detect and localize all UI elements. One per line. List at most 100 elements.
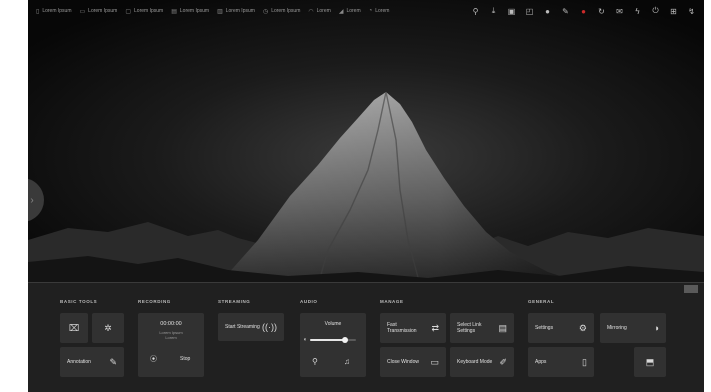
volume-slider[interactable]	[310, 337, 356, 343]
start-streaming-label: Start Streaming	[225, 324, 260, 330]
wifi-icon: ◠	[308, 8, 314, 15]
network-icon: ◷	[262, 8, 269, 15]
status-text: Lorem Ipsum	[271, 8, 301, 14]
transfer-icon: ⇄	[431, 322, 439, 333]
link-settings-icon: ▤	[498, 322, 507, 333]
memory-icon: ▤	[171, 8, 177, 15]
message-icon[interactable]: ✉	[615, 7, 624, 16]
keyboard-mode-button[interactable]: Keyboard Mode ✐	[450, 347, 514, 377]
start-streaming-button[interactable]: Start Streaming ((·))	[218, 313, 284, 341]
status-text: Lorem Ipsum	[179, 8, 210, 14]
top-status-bar: ▯ Lorem Ipsum ▭ Lorem Ipsum ▢ Lorem Ipsum ▤…	[28, 0, 704, 22]
status-item: ▢ Lorem Ipsum	[125, 8, 163, 15]
share-button[interactable]: ⬒	[634, 347, 666, 377]
storage-icon: ▥	[217, 8, 223, 15]
panel-close-handle[interactable]	[684, 285, 698, 293]
speaker-mute-icon[interactable]: ♫	[344, 357, 350, 366]
screen-cast-icon[interactable]: ▣	[507, 7, 516, 16]
stop-recording-button[interactable]: Stop	[180, 356, 190, 362]
flash-icon[interactable]: ↯	[687, 7, 696, 16]
annotation-button[interactable]: Annotation ✎	[60, 347, 124, 377]
broadcast-icon: ((·))	[262, 322, 277, 332]
clock-icon: ◔	[368, 8, 373, 14]
mirror-icon: ◑	[653, 323, 659, 333]
close-window-button[interactable]: Close Window ▭	[380, 347, 446, 377]
status-text: Lorem	[375, 8, 390, 14]
section-recording-title: RECORDING	[138, 299, 171, 304]
debug-button[interactable]: ✲	[92, 313, 124, 343]
recording-info-secondary: Lorem	[165, 335, 177, 340]
bug-icon: ✲	[104, 322, 112, 333]
pip-icon[interactable]: ◰	[525, 7, 534, 16]
close-window-label: Close Window	[387, 359, 419, 365]
speaker-icon: ◖	[303, 337, 307, 343]
recording-card: 00:00:00 Lorem Ipsum Lorem ⦿ Stop	[138, 313, 204, 377]
status-item: ▤ Lorem Ipsum	[171, 8, 209, 15]
download-icon[interactable]: ⤓	[489, 6, 498, 16]
recording-timer: 00:00:00	[160, 321, 182, 327]
share-icon: ⬒	[645, 356, 655, 367]
section-manage-title: MANAGE	[380, 299, 404, 304]
pen-icon: ✎	[109, 356, 117, 367]
signal-icon: ◢	[338, 8, 344, 15]
status-text: Lorem Ipsum	[134, 8, 164, 14]
fast-transmission-button[interactable]: Fast Transmission ⇄	[380, 313, 446, 343]
rotate-icon[interactable]: ↻	[597, 7, 606, 16]
section-general-title: GENERAL	[528, 299, 555, 304]
status-item: ◷ Lorem Ipsum	[263, 8, 300, 15]
section-basic-tools-title: BASIC TOOLS	[60, 299, 98, 304]
status-text: Lorem	[316, 8, 331, 14]
record-icon[interactable]: ●	[579, 7, 588, 16]
select-link-settings-label: Select Link Settings	[457, 321, 482, 335]
audio-card: Volume ◖ ⚲ ♫	[300, 313, 366, 377]
status-text: Lorem Ipsum	[225, 8, 255, 14]
volume-slider-thumb[interactable]	[341, 337, 348, 343]
settings-dot-icon[interactable]: ●	[543, 7, 552, 16]
status-item: ◠ Lorem	[308, 8, 330, 15]
screenshot-button[interactable]: ⌧	[60, 313, 88, 343]
status-info-row: ▯ Lorem Ipsum ▭ Lorem Ipsum ▢ Lorem Ipsum ▤…	[36, 8, 389, 15]
status-item: ▭ Lorem Ipsum	[80, 8, 118, 15]
section-audio-title: AUDIO	[300, 299, 318, 304]
apps-button[interactable]: Apps ▯	[528, 347, 594, 377]
cpu-icon: ▢	[125, 8, 132, 15]
volume-label: Volume	[324, 321, 342, 327]
status-item: ▯ Lorem Ipsum	[36, 8, 72, 15]
record-button-icon[interactable]: ⦿	[150, 354, 157, 364]
mic-mute-icon[interactable]: ⚲	[312, 357, 318, 366]
power-icon[interactable]: ⏻	[651, 6, 660, 16]
phone-icon: ▯	[36, 8, 40, 15]
pen-icon[interactable]: ✎	[561, 7, 570, 16]
mirroring-button[interactable]: Mirroring ◑	[600, 313, 666, 343]
chevron-right-icon: ›	[30, 194, 34, 206]
gear-icon: ⚙	[578, 322, 587, 333]
volume-slider-fill	[310, 339, 345, 341]
status-item: ▥ Lorem Ipsum	[217, 8, 255, 15]
bolt-icon[interactable]: ϟ	[633, 7, 642, 16]
control-panel: BASIC TOOLS RECORDING STREAMING AUDIO MA…	[28, 282, 704, 392]
status-text: Lorem Ipsum	[88, 8, 118, 14]
status-item: ◔ Lorem	[369, 8, 390, 14]
keyboard-mode-label: Keyboard Mode	[457, 359, 493, 365]
annotation-label: Annotation	[67, 359, 91, 365]
select-link-settings-button[interactable]: Select Link Settings ▤	[450, 313, 514, 343]
toolbar-icons: ⚲ ⤓ ▣ ◰ ● ✎ ● ↻ ✉ ϟ ⏻ ⊞ ↯	[471, 6, 696, 16]
window-icon: ▭	[430, 356, 439, 367]
status-text: Lorem	[346, 8, 361, 14]
fast-transmission-label: Fast Transmission	[387, 321, 417, 335]
apps-label: Apps	[535, 359, 547, 365]
mirroring-label: Mirroring	[607, 325, 627, 331]
grid-icon[interactable]: ⊞	[669, 7, 678, 16]
status-item: ◢ Lorem	[339, 8, 361, 15]
remote-screen: ▯ Lorem Ipsum ▭ Lorem Ipsum ▢ Lorem Ipsum ▤…	[28, 0, 704, 392]
settings-button[interactable]: Settings ⚙	[528, 313, 594, 343]
settings-label: Settings	[535, 325, 554, 331]
edit-icon: ✐	[499, 356, 507, 367]
section-streaming-title: STREAMING	[218, 299, 251, 304]
mountain-wallpaper	[28, 0, 704, 285]
status-text: Lorem Ipsum	[42, 8, 72, 14]
battery-icon: ▭	[79, 8, 86, 15]
camera-icon: ⌧	[68, 322, 80, 333]
person-icon[interactable]: ⚲	[471, 7, 480, 16]
app-icon: ▯	[582, 356, 587, 367]
